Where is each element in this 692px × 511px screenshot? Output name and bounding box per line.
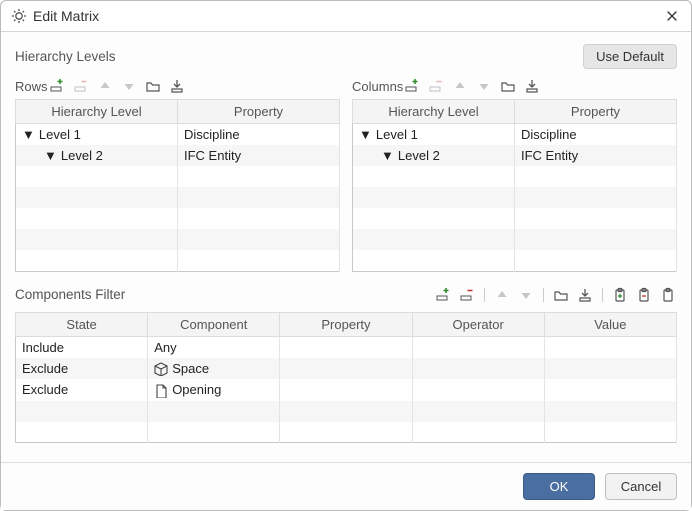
move-down-icon[interactable] [517, 286, 535, 304]
columns-header-level: Hierarchy Level [353, 100, 515, 124]
clipboard-copy-icon[interactable] [611, 286, 629, 304]
filter-header-property: Property [280, 312, 412, 336]
table-row[interactable] [353, 166, 677, 187]
filter-table[interactable]: State Component Property Operator Value … [15, 312, 677, 444]
table-row[interactable] [16, 422, 677, 443]
columns-label: Columns [352, 79, 403, 94]
rows-header-property: Property [178, 100, 340, 124]
open-folder-icon[interactable] [499, 77, 517, 95]
use-default-button[interactable]: Use Default [583, 44, 677, 69]
titlebar: Edit Matrix [1, 1, 691, 32]
cube-icon [154, 362, 168, 376]
open-folder-icon[interactable] [144, 77, 162, 95]
import-icon[interactable] [168, 77, 186, 95]
table-row[interactable] [353, 229, 677, 250]
table-row[interactable] [16, 250, 340, 271]
table-row[interactable] [16, 229, 340, 250]
add-row-icon[interactable] [48, 77, 66, 95]
table-row[interactable]: ▼Level 1 Discipline [353, 124, 677, 146]
table-row[interactable]: ▼Level 2 IFC Entity [353, 145, 677, 166]
table-row[interactable] [16, 401, 677, 422]
import-icon[interactable] [523, 77, 541, 95]
table-row[interactable] [353, 250, 677, 271]
gear-icon [11, 8, 27, 24]
expand-icon[interactable]: ▼ [381, 148, 394, 163]
move-up-icon[interactable] [96, 77, 114, 95]
clipboard-cut-icon[interactable] [635, 286, 653, 304]
rows-header-level: Hierarchy Level [16, 100, 178, 124]
columns-table[interactable]: Hierarchy Level Property ▼Level 1 Discip… [352, 99, 677, 272]
window-title: Edit Matrix [33, 8, 99, 24]
filter-header-operator: Operator [412, 312, 544, 336]
rows-panel: Rows Hierarchy Level Property [15, 77, 340, 272]
filter-header-component: Component [148, 312, 280, 336]
rows-label: Rows [15, 79, 48, 94]
hierarchy-header: Hierarchy Levels Use Default [15, 44, 677, 69]
remove-row-icon[interactable] [458, 286, 476, 304]
open-folder-icon[interactable] [552, 286, 570, 304]
move-down-icon[interactable] [120, 77, 138, 95]
move-up-icon[interactable] [493, 286, 511, 304]
rows-table[interactable]: Hierarchy Level Property ▼Level 1 Discip… [15, 99, 340, 272]
expand-icon[interactable]: ▼ [22, 127, 35, 142]
rows-toolbar [48, 77, 186, 95]
columns-toolbar [403, 77, 541, 95]
table-row[interactable] [16, 187, 340, 208]
remove-row-icon[interactable] [72, 77, 90, 95]
filter-label: Components Filter [15, 287, 125, 302]
expand-icon[interactable]: ▼ [44, 148, 57, 163]
table-row[interactable] [16, 166, 340, 187]
columns-panel: Columns Hierarchy Level Property [352, 77, 677, 272]
page-icon [154, 384, 168, 398]
move-up-icon[interactable] [451, 77, 469, 95]
table-row[interactable]: ▼Level 1 Discipline [16, 124, 340, 146]
add-row-icon[interactable] [403, 77, 421, 95]
filter-toolbar [434, 286, 677, 304]
filter-header-state: State [16, 312, 148, 336]
filter-header-value: Value [544, 312, 676, 336]
table-row[interactable]: Include Any [16, 336, 677, 358]
columns-header-property: Property [515, 100, 677, 124]
table-row[interactable] [16, 208, 340, 229]
close-button[interactable] [663, 7, 681, 25]
table-row[interactable] [353, 187, 677, 208]
move-down-icon[interactable] [475, 77, 493, 95]
table-row[interactable] [353, 208, 677, 229]
remove-row-icon[interactable] [427, 77, 445, 95]
table-row[interactable]: Exclude Space [16, 358, 677, 380]
table-row[interactable]: Exclude Opening [16, 379, 677, 401]
table-row[interactable]: ▼Level 2 IFC Entity [16, 145, 340, 166]
ok-button[interactable]: OK [523, 473, 595, 500]
hierarchy-label: Hierarchy Levels [15, 49, 116, 64]
add-row-icon[interactable] [434, 286, 452, 304]
import-icon[interactable] [576, 286, 594, 304]
filter-header: Components Filter [15, 286, 677, 304]
cancel-button[interactable]: Cancel [605, 473, 677, 500]
clipboard-paste-icon[interactable] [659, 286, 677, 304]
expand-icon[interactable]: ▼ [359, 127, 372, 142]
footer: OK Cancel [1, 462, 691, 510]
